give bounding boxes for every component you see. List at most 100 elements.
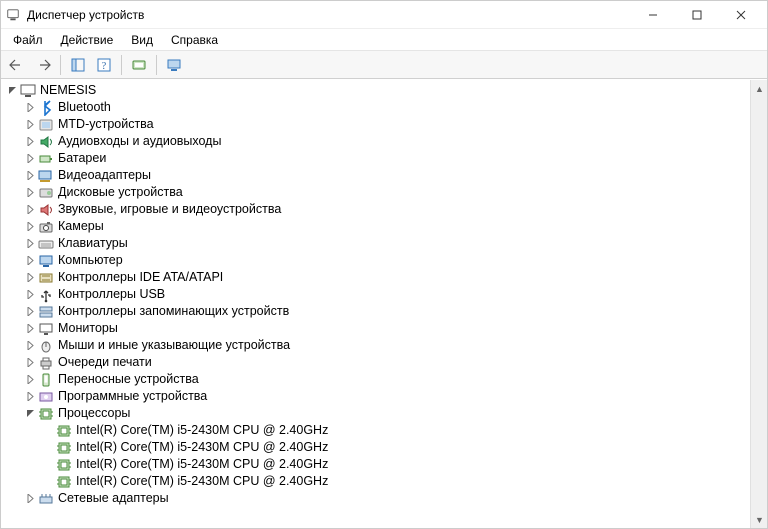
cpu-icon <box>38 406 54 422</box>
toolbar-show-hide-button[interactable] <box>66 54 90 76</box>
svg-text:?: ? <box>102 61 107 72</box>
tree-item-label: Сетевые адаптеры <box>57 490 169 507</box>
tree-item-label: Очереди печати <box>57 354 152 371</box>
cpu-icon <box>56 474 72 490</box>
scroll-down-button[interactable]: ▼ <box>751 511 767 528</box>
expand-icon[interactable] <box>23 152 37 166</box>
tree-root[interactable]: NEMESIS <box>5 82 750 99</box>
maximize-button[interactable] <box>675 2 719 28</box>
tree-category[interactable]: Аудиовходы и аудиовыходы <box>5 133 750 150</box>
expand-icon[interactable] <box>23 271 37 285</box>
expand-icon[interactable] <box>23 237 37 251</box>
tree-category[interactable]: Видеоадаптеры <box>5 167 750 184</box>
expand-icon[interactable] <box>23 322 37 336</box>
expand-icon[interactable] <box>23 101 37 115</box>
minimize-button[interactable] <box>631 2 675 28</box>
bluetooth-icon <box>38 100 54 116</box>
tree-category[interactable]: Программные устройства <box>5 388 750 405</box>
cpu-icon <box>56 440 72 456</box>
menu-help[interactable]: Справка <box>163 31 226 49</box>
tree-item-label: Клавиатуры <box>57 235 128 252</box>
toolbar-forward-button[interactable] <box>31 54 55 76</box>
device-tree[interactable]: NEMESISBluetoothMTD-устройстваАудиовходы… <box>1 80 750 528</box>
tree-device[interactable]: Intel(R) Core(TM) i5-2430M CPU @ 2.40GHz <box>5 422 750 439</box>
toolbar-scan-button[interactable] <box>127 54 151 76</box>
ide-icon <box>38 270 54 286</box>
tree-category[interactable]: Мыши и иные указывающие устройства <box>5 337 750 354</box>
tree-category[interactable]: Процессоры <box>5 405 750 422</box>
tree-category[interactable]: Сетевые адаптеры <box>5 490 750 507</box>
tree-category[interactable]: Дисковые устройства <box>5 184 750 201</box>
tree-category[interactable]: Контроллеры запоминающих устройств <box>5 303 750 320</box>
monitor-icon <box>38 321 54 337</box>
collapse-icon[interactable] <box>23 407 37 421</box>
tree-item-label: Дисковые устройства <box>57 184 183 201</box>
expand-icon[interactable] <box>23 118 37 132</box>
expand-icon[interactable] <box>23 288 37 302</box>
tree-item-label: Контроллеры IDE ATA/ATAPI <box>57 269 223 286</box>
expand-icon[interactable] <box>23 492 37 506</box>
scroll-up-button[interactable]: ▲ <box>751 80 767 97</box>
tree-category[interactable]: Переносные устройства <box>5 371 750 388</box>
content: NEMESISBluetoothMTD-устройстваАудиовходы… <box>1 79 767 528</box>
collapse-icon[interactable] <box>5 84 19 98</box>
expand-icon[interactable] <box>23 220 37 234</box>
cpu-icon <box>56 457 72 473</box>
expand-icon[interactable] <box>23 186 37 200</box>
expand-icon[interactable] <box>23 390 37 404</box>
tree-category[interactable]: Bluetooth <box>5 99 750 116</box>
tree-item-label: Контроллеры USB <box>57 286 165 303</box>
tree-category[interactable]: Клавиатуры <box>5 235 750 252</box>
window-buttons <box>631 2 763 28</box>
menu-action[interactable]: Действие <box>53 31 122 49</box>
toolbar-separator <box>156 55 157 75</box>
tree-item-label: Intel(R) Core(TM) i5-2430M CPU @ 2.40GHz <box>75 422 328 439</box>
tree-device[interactable]: Intel(R) Core(TM) i5-2430M CPU @ 2.40GHz <box>5 456 750 473</box>
tree-category[interactable]: Контроллеры USB <box>5 286 750 303</box>
mtd-icon <box>38 117 54 133</box>
tree-item-label: Камеры <box>57 218 104 235</box>
tree-category[interactable]: Мониторы <box>5 320 750 337</box>
tree-item-label: Переносные устройства <box>57 371 199 388</box>
menubar: Файл Действие Вид Справка <box>1 29 767 51</box>
expand-icon[interactable] <box>23 339 37 353</box>
expand-icon[interactable] <box>23 305 37 319</box>
tree-category[interactable]: MTD-устройства <box>5 116 750 133</box>
tree-category[interactable]: Камеры <box>5 218 750 235</box>
tree-item-label: Контроллеры запоминающих устройств <box>57 303 289 320</box>
expand-icon[interactable] <box>23 373 37 387</box>
display-adapter-icon <box>38 168 54 184</box>
tree-item-label: NEMESIS <box>39 82 96 99</box>
tree-item-label: Программные устройства <box>57 388 207 405</box>
cpu-icon <box>56 423 72 439</box>
tree-item-label: Звуковые, игровые и видеоустройства <box>57 201 281 218</box>
tree-device[interactable]: Intel(R) Core(TM) i5-2430M CPU @ 2.40GHz <box>5 439 750 456</box>
tree-category[interactable]: Компьютер <box>5 252 750 269</box>
toolbar-back-button[interactable] <box>5 54 29 76</box>
tree-category[interactable]: Контроллеры IDE ATA/ATAPI <box>5 269 750 286</box>
portable-icon <box>38 372 54 388</box>
toolbar-help-button[interactable]: ? <box>92 54 116 76</box>
sound-icon <box>38 202 54 218</box>
menu-view[interactable]: Вид <box>123 31 161 49</box>
printer-icon <box>38 355 54 371</box>
tree-category[interactable]: Звуковые, игровые и видеоустройства <box>5 201 750 218</box>
disk-icon <box>38 185 54 201</box>
window: Диспетчер устройств Файл Действие Вид Сп… <box>0 0 768 529</box>
vertical-scrollbar[interactable]: ▲ ▼ <box>750 80 767 528</box>
expand-icon[interactable] <box>23 203 37 217</box>
expand-icon[interactable] <box>23 254 37 268</box>
expand-icon[interactable] <box>23 169 37 183</box>
expand-icon[interactable] <box>23 356 37 370</box>
tree-category[interactable]: Батареи <box>5 150 750 167</box>
toolbar-devices-button[interactable] <box>162 54 186 76</box>
network-icon <box>38 491 54 507</box>
storage-ctrl-icon <box>38 304 54 320</box>
menu-file[interactable]: Файл <box>5 31 51 49</box>
close-button[interactable] <box>719 2 763 28</box>
expand-icon[interactable] <box>23 135 37 149</box>
audio-icon <box>38 134 54 150</box>
toolbar-separator <box>121 55 122 75</box>
tree-category[interactable]: Очереди печати <box>5 354 750 371</box>
tree-device[interactable]: Intel(R) Core(TM) i5-2430M CPU @ 2.40GHz <box>5 473 750 490</box>
